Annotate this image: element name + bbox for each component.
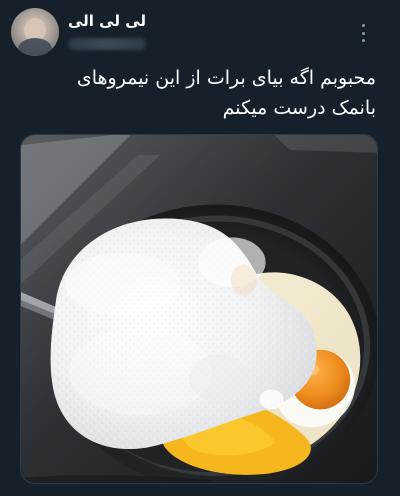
blurred-handle <box>68 38 146 50</box>
salted-fried-egg-photo <box>21 135 377 483</box>
tweet-image[interactable] <box>20 134 378 484</box>
more-icon[interactable] <box>360 24 366 42</box>
tweet-text: محبوبم اگه بیای برات از این نیمروهای بان… <box>76 67 376 119</box>
avatar[interactable] <box>11 8 59 56</box>
tweet-card[interactable]: لی لی الی محبوبم اگه بیای برات از این نی… <box>0 0 400 496</box>
more-dot <box>361 31 365 35</box>
more-dot <box>361 39 365 42</box>
more-dot <box>361 24 365 27</box>
display-name[interactable]: لی لی الی <box>68 12 146 30</box>
